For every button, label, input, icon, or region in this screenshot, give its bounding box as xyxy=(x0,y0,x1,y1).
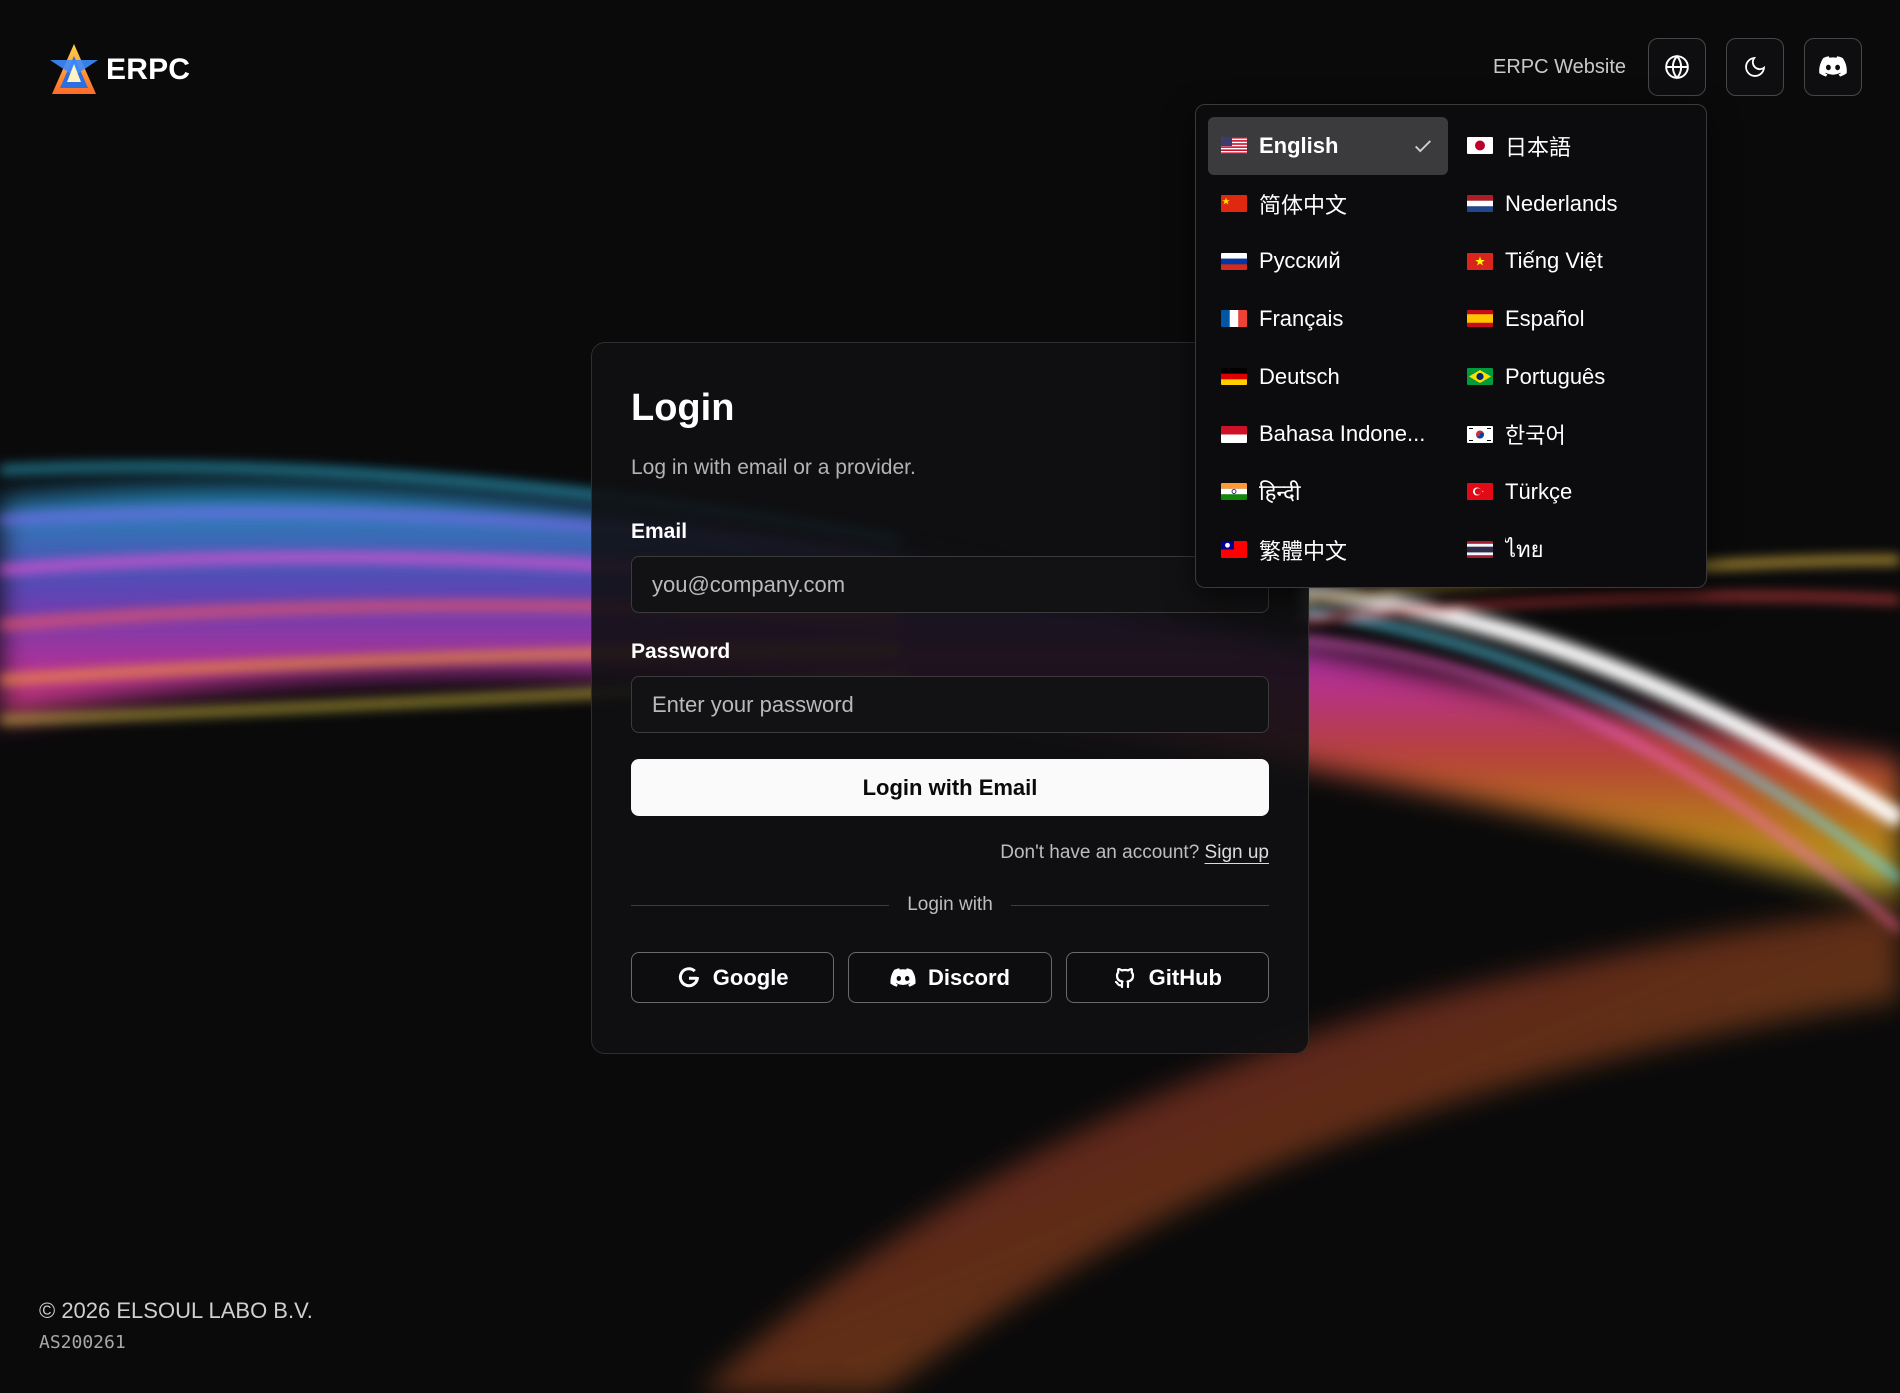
language-option-fr[interactable]: Français xyxy=(1208,290,1448,348)
divider-line-right xyxy=(1010,904,1269,906)
language-option-tw[interactable]: 繁體中文 xyxy=(1208,521,1448,579)
flag-de-icon xyxy=(1221,368,1247,386)
erpc-logo-icon xyxy=(50,44,98,94)
google-login-button[interactable]: Google xyxy=(631,952,835,1003)
discord-label: Discord xyxy=(928,964,1010,990)
moon-icon xyxy=(1745,56,1766,77)
google-label: Google xyxy=(712,964,789,990)
language-option-br[interactable]: Português xyxy=(1454,348,1694,406)
password-label: Password xyxy=(631,640,731,663)
language-label: 한국어 xyxy=(1505,423,1566,449)
copyright-text: © 2026 ELSOUL LABO B.V. xyxy=(39,1298,313,1323)
footer: © 2026 ELSOUL LABO B.V. AS200261 xyxy=(39,1298,313,1353)
email-label: Email xyxy=(631,520,688,543)
flag-kr-icon xyxy=(1467,425,1493,443)
flag-id-icon xyxy=(1221,425,1247,443)
language-option-jp[interactable]: 日本語 xyxy=(1454,117,1694,175)
language-option-us[interactable]: English xyxy=(1208,117,1448,175)
login-title: Login xyxy=(631,387,735,429)
erpc-website-link[interactable]: ERPC Website xyxy=(1493,56,1626,79)
language-option-ru[interactable]: Русский xyxy=(1208,232,1448,290)
language-option-de[interactable]: Deutsch xyxy=(1208,348,1448,406)
check-icon xyxy=(1415,140,1431,153)
discord-button[interactable] xyxy=(1804,38,1862,96)
flag-jp-icon xyxy=(1467,137,1493,155)
flag-fr-icon xyxy=(1221,310,1247,328)
language-label: Tiếng Việt xyxy=(1505,248,1603,274)
flag-tr-icon xyxy=(1467,483,1493,501)
provider-buttons: Google Discord GitHub xyxy=(631,952,1269,1003)
language-label: ไทย xyxy=(1505,537,1544,563)
language-label: Português xyxy=(1505,363,1606,389)
github-login-button[interactable]: GitHub xyxy=(1065,952,1269,1003)
language-label: हिन्दी xyxy=(1259,479,1301,505)
language-label: Français xyxy=(1259,305,1344,331)
google-icon xyxy=(678,966,699,987)
language-button[interactable] xyxy=(1648,38,1706,96)
signup-link[interactable]: Sign up xyxy=(1205,842,1269,863)
login-subtitle: Log in with email or a provider. xyxy=(631,456,916,479)
flag-ru-icon xyxy=(1221,252,1247,270)
language-label: Bahasa Indone... xyxy=(1259,421,1426,447)
language-label: 日本語 xyxy=(1505,134,1572,160)
flag-th-icon xyxy=(1467,541,1493,559)
discord-icon xyxy=(890,967,916,987)
github-icon xyxy=(1114,967,1134,988)
login-with-divider: Login with xyxy=(631,894,1269,916)
divider-text: Login with xyxy=(907,894,993,915)
flag-us-icon xyxy=(1221,137,1247,155)
language-option-nl[interactable]: Nederlands xyxy=(1454,175,1694,233)
login-with-email-button[interactable]: Login with Email xyxy=(631,759,1269,816)
language-label: 繁體中文 xyxy=(1259,538,1348,564)
language-option-tr[interactable]: Türkçe xyxy=(1454,463,1694,521)
flag-vn-icon xyxy=(1467,252,1493,270)
language-label: Русский xyxy=(1259,248,1341,274)
language-option-cn[interactable]: 简体中文 xyxy=(1208,175,1448,233)
language-label: Türkçe xyxy=(1505,478,1573,504)
flag-br-icon xyxy=(1467,368,1493,386)
language-option-es[interactable]: Español xyxy=(1454,290,1694,348)
language-option-th[interactable]: ไทย xyxy=(1454,521,1694,579)
signup-row: Don't have an account? Sign up xyxy=(631,842,1269,864)
flag-cn-icon xyxy=(1221,195,1247,213)
flag-tw-icon xyxy=(1221,541,1247,559)
brand-name: ERPC xyxy=(106,53,191,86)
flag-nl-icon xyxy=(1467,195,1493,213)
flag-in-icon xyxy=(1221,483,1247,501)
discord-login-button[interactable]: Discord xyxy=(848,952,1052,1003)
language-dropdown: English 日本語简体中文 Nederlands Русский Tiếng Việ… xyxy=(1195,104,1707,588)
password-field[interactable] xyxy=(631,676,1269,733)
language-option-vn[interactable]: Tiếng Việt xyxy=(1454,232,1694,290)
language-label: Deutsch xyxy=(1259,363,1340,389)
theme-toggle-button[interactable] xyxy=(1726,38,1784,96)
language-label: English xyxy=(1259,132,1339,158)
language-option-kr[interactable]: 한국어 xyxy=(1454,405,1694,463)
globe-icon xyxy=(1665,54,1689,80)
brand-logo[interactable]: ERPC xyxy=(48,42,190,98)
signup-prompt: Don't have an account? xyxy=(1000,842,1200,863)
language-label: 简体中文 xyxy=(1259,192,1348,218)
flag-es-icon xyxy=(1467,310,1493,328)
github-label: GitHub xyxy=(1148,964,1222,990)
email-field[interactable] xyxy=(631,556,1269,613)
discord-icon xyxy=(1819,56,1847,77)
language-option-in[interactable]: हिन्दी xyxy=(1208,463,1448,521)
language-label: Nederlands xyxy=(1505,190,1618,216)
language-option-id[interactable]: Bahasa Indone... xyxy=(1208,405,1448,463)
language-label: Español xyxy=(1505,305,1585,331)
top-navigation: ERPC Website xyxy=(1493,38,1862,96)
divider-line-left xyxy=(631,904,890,906)
asn-text: AS200261 xyxy=(39,1332,126,1353)
